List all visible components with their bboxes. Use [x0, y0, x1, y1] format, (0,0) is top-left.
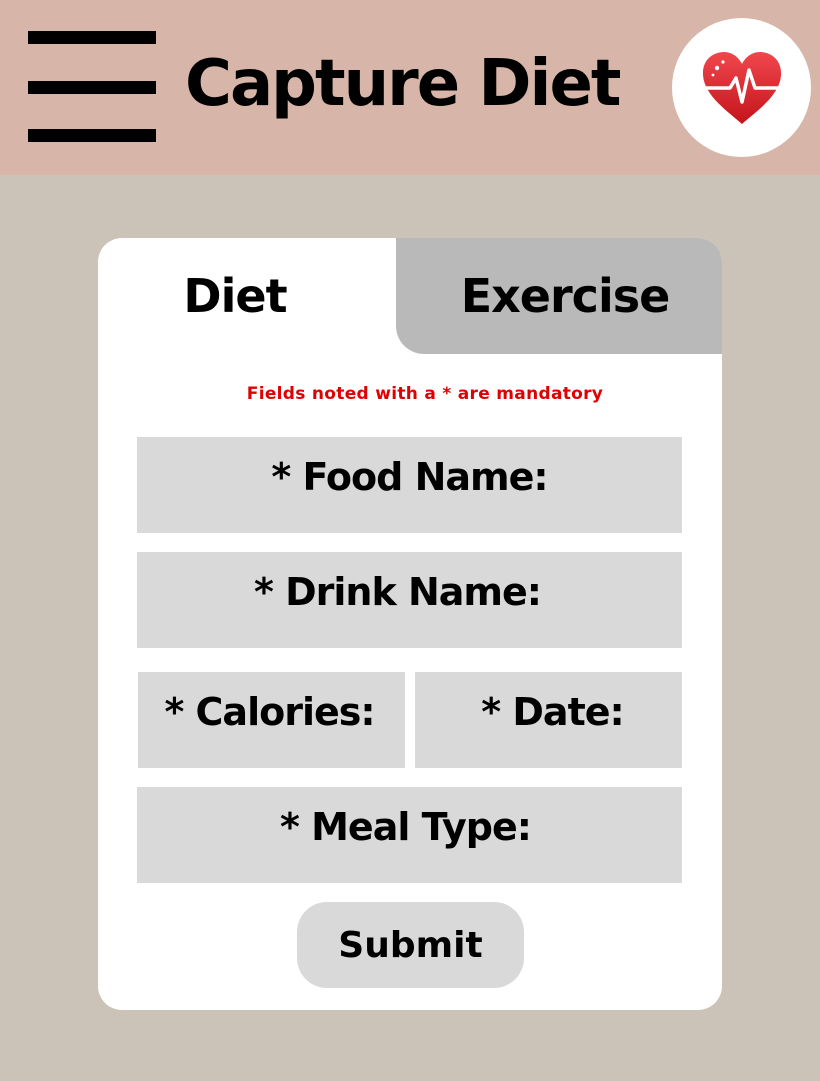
submit-button[interactable]: Submit [297, 902, 524, 988]
drink-name-field[interactable]: * Drink Name: [137, 552, 682, 648]
app-logo [672, 18, 811, 157]
diet-form-card: Diet Exercise Fields noted with a * are … [98, 238, 722, 1010]
food-name-label: * Food Name: [271, 455, 548, 499]
date-field[interactable]: * Date: [415, 672, 682, 768]
tab-exercise[interactable]: Exercise [396, 238, 722, 354]
mandatory-fields-note: Fields noted with a * are mandatory [246, 384, 604, 404]
calories-label: * Calories: [164, 690, 375, 734]
drink-name-label: * Drink Name: [254, 570, 542, 614]
tab-diet[interactable]: Diet [98, 238, 396, 354]
meal-type-field[interactable]: * Meal Type: [137, 787, 682, 883]
app-header: Capture Diet [0, 0, 820, 175]
tab-exercise-label: Exercise [460, 269, 671, 323]
heart-pulse-icon [702, 51, 781, 124]
app-title: Capture Diet [185, 47, 621, 121]
meal-type-label: * Meal Type: [280, 805, 532, 849]
tab-diet-label: Diet [183, 269, 287, 323]
date-label: * Date: [481, 690, 624, 734]
calories-field[interactable]: * Calories: [138, 672, 405, 768]
food-name-field[interactable]: * Food Name: [137, 437, 682, 533]
hamburger-menu-icon[interactable] [28, 31, 156, 143]
